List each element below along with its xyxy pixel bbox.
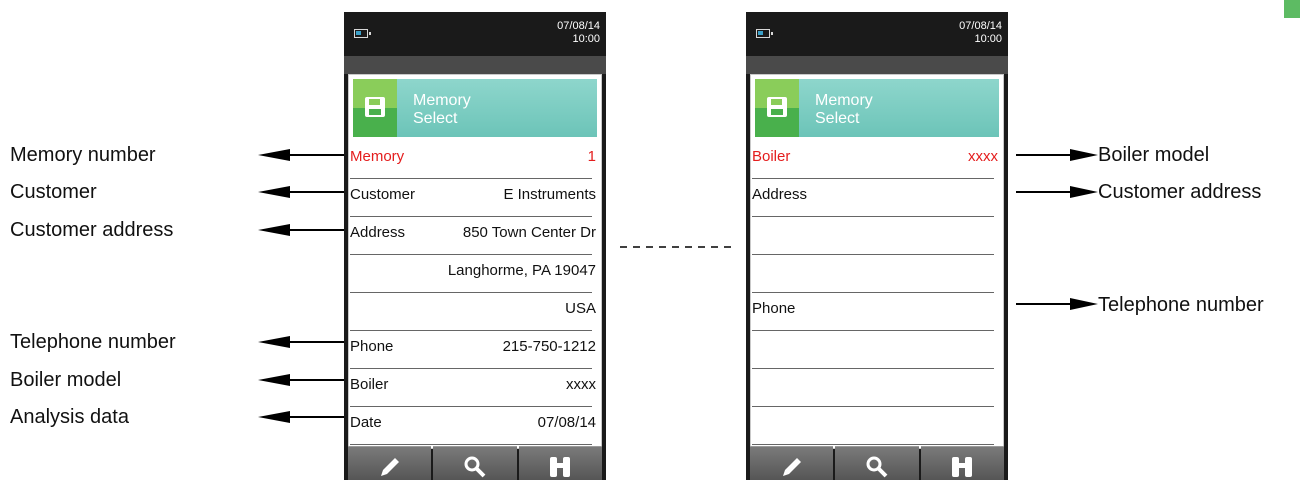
time-text: 10:00 [572,33,600,45]
row-value: 215-750-1212 [502,338,596,355]
pencil-icon [782,458,801,476]
date-text: 07/08/14 [557,20,600,32]
row-label: Customer [350,186,416,203]
row-address[interactable]: Address 850 Town Center Dr [350,217,596,255]
binoculars-icon [550,457,571,477]
row-empty[interactable] [752,331,994,369]
field-list: Boiler xxxx Address Phone [751,141,1003,445]
clock: 07/08/14 10:00 [959,20,1002,46]
row-label: Phone [752,300,796,317]
header-line-1: Memory [815,92,873,109]
memory-select-header[interactable]: Memory Select [755,79,999,137]
row-empty[interactable] [752,407,994,445]
binoculars-icon [952,457,973,477]
status-bar: 07/08/14 10:00 [344,12,606,56]
row-label: Boiler [350,376,389,393]
row-value: 1 [587,148,596,165]
row-date[interactable]: Date 07/08/14 [350,407,596,445]
status-bar: 07/08/14 10:00 [746,12,1008,56]
edit-button[interactable] [348,446,432,480]
row-customer[interactable]: Customer E Instruments [350,179,596,217]
device-left: 07/08/14 10:00 Memory Select Memory 1 Cus… [344,12,606,480]
row-value: xxxx [968,148,998,165]
row-address-line-3[interactable] [752,255,994,293]
pencil-icon [380,458,399,476]
row-address-line-2[interactable]: Langhorme, PA 19047 [350,255,596,293]
date-text: 07/08/14 [959,20,1002,32]
bottom-toolbar [750,446,1004,480]
row-value: Langhorme, PA 19047 [447,262,596,279]
row-value: 850 Town Center Dr [462,224,596,241]
magnifier-icon [866,456,888,478]
search-button[interactable] [835,446,919,480]
header-line-1: Memory [413,92,471,109]
row-label: Address [350,224,406,241]
row-label: Phone [350,338,394,355]
view-button[interactable] [518,446,602,480]
search-button[interactable] [433,446,517,480]
row-phone[interactable]: Phone [752,293,994,331]
device-right: 07/08/14 10:00 Memory Select Boiler xxxx … [746,12,1008,480]
row-value: xxxx [566,376,596,393]
magnifier-icon [464,456,486,478]
screen: Memory Select Memory 1 Customer E Instrume… [348,74,602,449]
divider-band [746,56,1008,74]
battery-icon [756,29,773,38]
row-label: Address [752,186,808,203]
edit-button[interactable] [750,446,834,480]
divider-band [344,56,606,74]
row-boiler[interactable]: Boiler xxxx [752,141,998,179]
row-memory[interactable]: Memory 1 [350,141,596,179]
header-line-2: Select [815,110,860,127]
screen: Memory Select Boiler xxxx Address Phone [750,74,1004,449]
header-title: Memory Select [815,92,873,128]
header-title: Memory Select [413,92,471,128]
bottom-toolbar [348,446,602,480]
battery-icon [354,29,371,38]
row-empty[interactable] [752,369,994,407]
row-boiler[interactable]: Boiler xxxx [350,369,596,407]
clock: 07/08/14 10:00 [557,20,600,46]
row-value: E Instruments [503,186,596,203]
row-phone[interactable]: Phone 215-750-1212 [350,331,596,369]
save-tile [755,79,799,137]
field-list: Memory 1 Customer E Instruments Address 850… [349,141,601,445]
row-address-line-3[interactable]: USA [350,293,596,331]
view-button[interactable] [920,446,1004,480]
floppy-disk-icon [767,97,787,117]
row-label: Date [350,414,382,431]
row-label: Memory [350,148,405,165]
save-tile [353,79,397,137]
row-label: Boiler [752,148,791,165]
header-line-2: Select [413,110,458,127]
callout-arrows [258,149,1098,423]
time-text: 10:00 [974,33,1002,45]
row-address[interactable]: Address [752,179,994,217]
row-address-line-2[interactable] [752,217,994,255]
floppy-disk-icon [365,97,385,117]
row-value: USA [565,300,596,317]
memory-select-header[interactable]: Memory Select [353,79,597,137]
row-value: 07/08/14 [537,414,596,431]
